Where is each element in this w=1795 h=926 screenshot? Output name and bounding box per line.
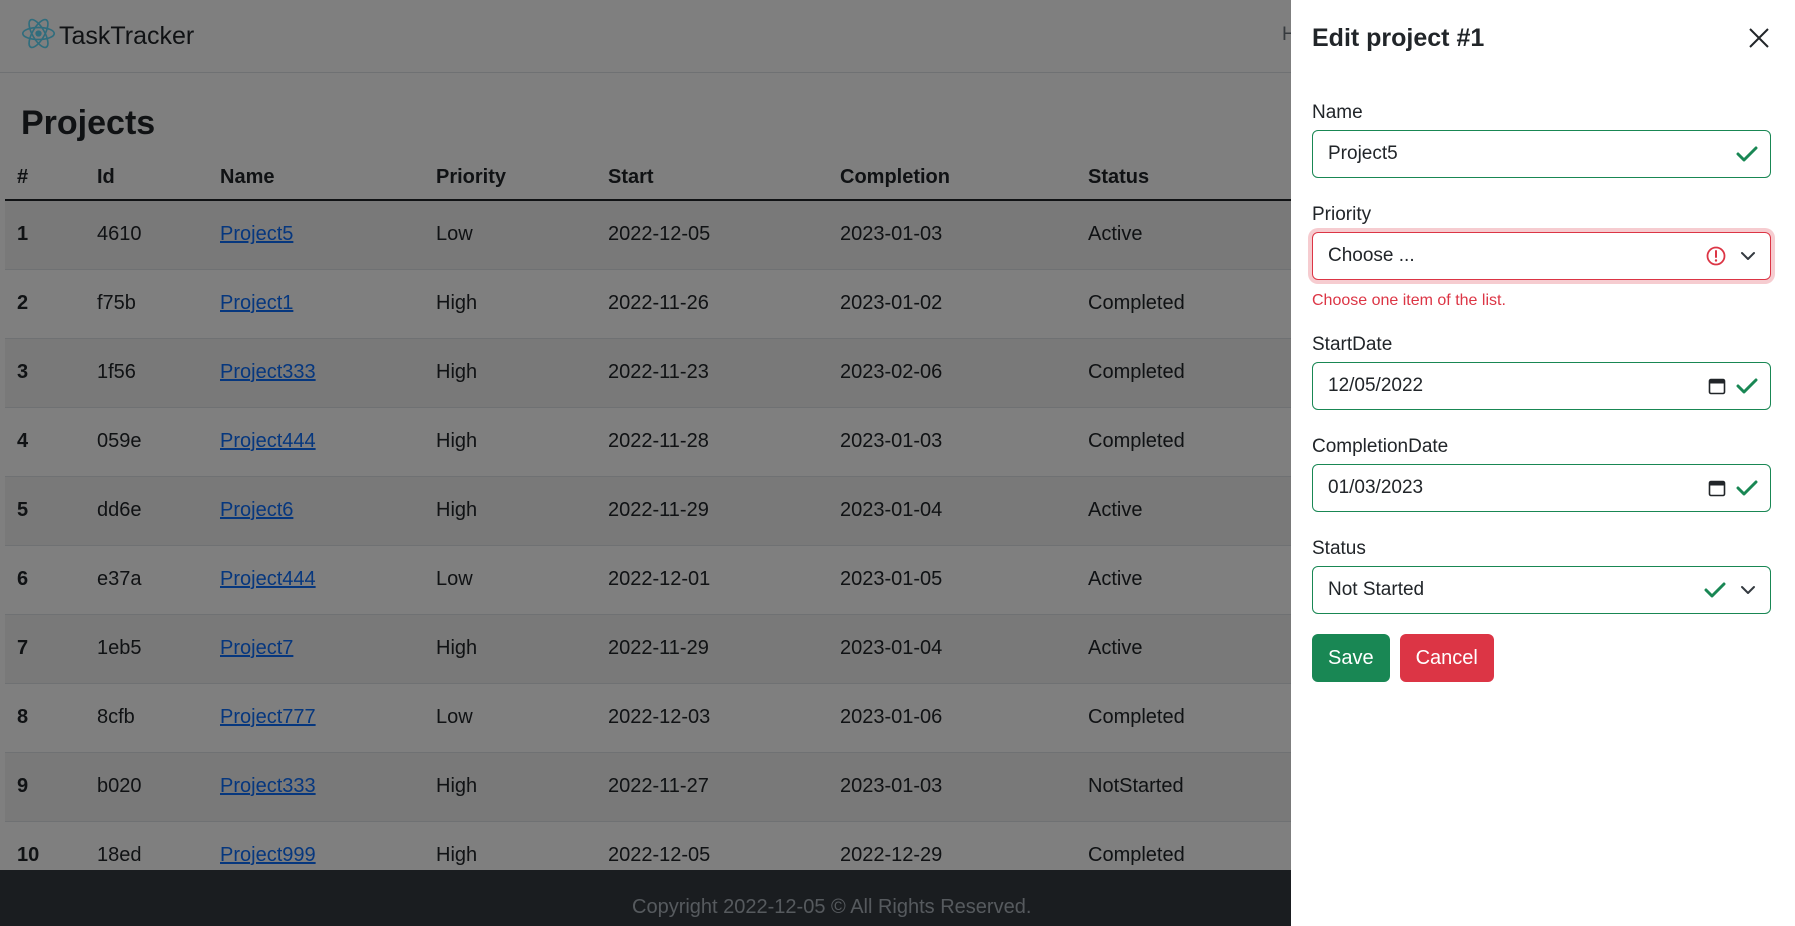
calendar-icon[interactable] (1708, 377, 1726, 395)
status-select[interactable]: Not Started (1312, 566, 1771, 614)
panel-header: Edit project #1 (1291, 0, 1795, 76)
form-actions: Save Cancel (1312, 634, 1775, 682)
completion-date-value: 01/03/2023 (1328, 477, 1424, 498)
status-field-group: Status Not Started (1312, 532, 1775, 614)
chevron-down-icon (1740, 585, 1756, 595)
edit-project-panel: Edit project #1 Name Project5 Priority C… (1291, 0, 1795, 926)
completion-date-input[interactable]: 01/03/2023 (1312, 464, 1771, 512)
close-icon (1749, 28, 1769, 48)
name-label: Name (1312, 102, 1363, 123)
start-date-label: StartDate (1312, 334, 1393, 355)
start-date-field-group: StartDate 12/05/2022 (1312, 328, 1775, 410)
priority-label: Priority (1312, 204, 1372, 225)
name-input[interactable]: Project5 (1312, 130, 1771, 178)
valid-check-icon (1736, 479, 1758, 497)
save-button[interactable]: Save (1312, 634, 1390, 682)
priority-field-group: Priority Choose ... Choose one item of t… (1312, 198, 1775, 314)
priority-error-message: Choose one item of the list. (1312, 292, 1506, 309)
start-date-value: 12/05/2022 (1328, 375, 1424, 396)
name-field-group: Name Project5 (1312, 96, 1775, 178)
priority-value: Choose ... (1328, 245, 1415, 266)
priority-select[interactable]: Choose ... (1312, 232, 1771, 280)
calendar-icon[interactable] (1708, 479, 1726, 497)
completion-date-label: CompletionDate (1312, 436, 1449, 457)
cancel-button[interactable]: Cancel (1399, 634, 1494, 682)
error-icon (1706, 246, 1726, 266)
chevron-down-icon (1740, 251, 1756, 261)
panel-title: Edit project #1 (1312, 23, 1485, 52)
panel-body: Name Project5 Priority Choose ... Choose… (1291, 96, 1795, 682)
name-value: Project5 (1328, 143, 1398, 164)
valid-check-icon (1736, 145, 1758, 163)
valid-check-icon (1704, 581, 1726, 599)
valid-check-icon (1736, 377, 1758, 395)
completion-date-field-group: CompletionDate 01/03/2023 (1312, 430, 1775, 512)
status-label: Status (1312, 538, 1366, 559)
close-button[interactable] (1743, 22, 1775, 54)
start-date-input[interactable]: 12/05/2022 (1312, 362, 1771, 410)
